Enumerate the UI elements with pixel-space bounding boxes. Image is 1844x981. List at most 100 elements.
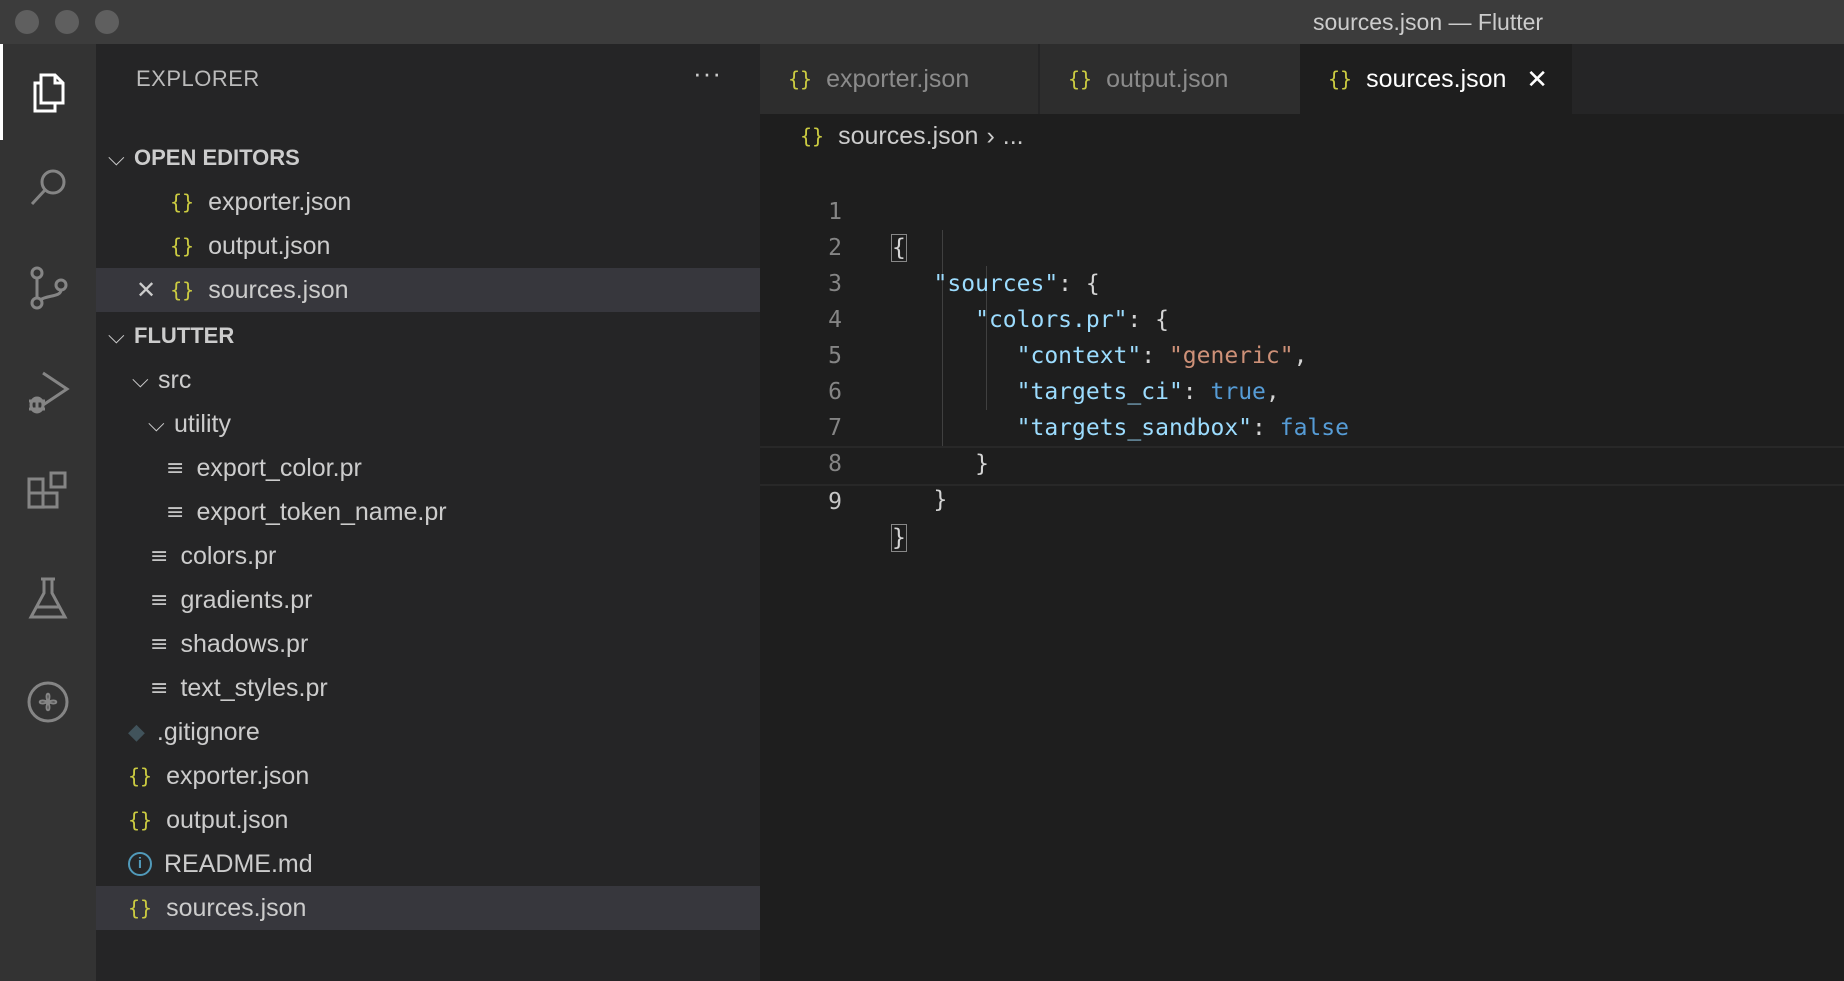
explorer-header: EXPLORER xyxy=(136,66,260,91)
title-bar: sources.json — Flutter xyxy=(0,0,1844,44)
code-line: 3 "colors.pr": { xyxy=(760,230,1844,333)
file-item[interactable]: {} output.json xyxy=(96,798,760,842)
folder-utility[interactable]: ⌵ utility xyxy=(96,402,760,446)
chevron-down-icon: ⌵ xyxy=(108,145,125,170)
tab-output-json[interactable]: {} output.json xyxy=(1040,44,1318,114)
file-label: export_color.pr xyxy=(196,453,362,482)
code-line: 5 "targets_ci": true, xyxy=(760,302,1844,405)
source-control-icon[interactable] xyxy=(0,240,96,336)
window-controls xyxy=(0,10,119,34)
folder-label: src xyxy=(158,365,192,394)
code-line: 2 "sources": { xyxy=(760,194,1844,297)
file-label: shadows.pr xyxy=(180,629,309,658)
maximize-window-button[interactable] xyxy=(95,10,119,34)
project-title: FLUTTER xyxy=(134,323,235,348)
breadcrumb: {} sources.json › ... xyxy=(800,114,1024,158)
file-label: sources.json xyxy=(166,893,307,922)
open-editor-item[interactable]: {} exporter.json xyxy=(96,180,760,224)
open-editor-label: exporter.json xyxy=(208,187,352,216)
info-icon: i xyxy=(128,852,152,876)
file-item[interactable]: i README.md xyxy=(96,842,760,886)
code-line: 1 { xyxy=(760,158,1844,262)
json-file-icon: {} xyxy=(170,278,195,302)
window-title: sources.json — Flutter xyxy=(1313,9,1544,35)
file-lines-icon: ≡ xyxy=(150,675,169,701)
code-line-current: 9 } xyxy=(760,446,1844,552)
file-label: colors.pr xyxy=(180,541,277,570)
explorer-sidebar: EXPLORER ··· ⌵ OPEN EDITORS {} exporter.… xyxy=(96,44,760,981)
activity-bar xyxy=(0,44,96,981)
file-label: export_token_name.pr xyxy=(196,497,447,526)
more-actions-icon[interactable]: ··· xyxy=(693,58,722,89)
json-file-icon: {} xyxy=(1068,67,1093,91)
line-text: } xyxy=(891,524,907,552)
close-window-button[interactable] xyxy=(15,10,39,34)
line-text: } xyxy=(933,487,948,513)
breadcrumb-rest[interactable]: ... xyxy=(1003,122,1024,151)
breadcrumb-file[interactable]: sources.json xyxy=(838,122,978,151)
open-editor-item-active[interactable]: ✕ {} sources.json xyxy=(96,268,760,312)
editor-tabs: {} exporter.json {} output.json {} sourc… xyxy=(760,44,1844,114)
code-editor[interactable]: 1 { 2 "sources": { 3 "colors.pr": { 4 "c… xyxy=(760,158,1844,552)
folder-label: utility xyxy=(174,409,231,438)
testing-icon[interactable] xyxy=(0,550,96,646)
json-file-icon: {} xyxy=(170,190,195,214)
open-editor-label: sources.json xyxy=(208,275,349,304)
file-label: text_styles.pr xyxy=(180,673,328,702)
file-lines-icon: ≡ xyxy=(150,631,169,657)
search-icon[interactable] xyxy=(0,140,96,236)
code-line: 4 "context": "generic", xyxy=(760,266,1844,369)
file-item[interactable]: ≡ gradients.pr xyxy=(96,578,760,622)
open-editor-item[interactable]: {} output.json xyxy=(96,224,760,268)
folder-src[interactable]: ⌵ src xyxy=(96,358,760,402)
open-editor-label: output.json xyxy=(208,231,331,260)
minimize-window-button[interactable] xyxy=(55,10,79,34)
file-item[interactable]: ≡ export_token_name.pr xyxy=(96,490,760,534)
chevron-down-icon: ⌵ xyxy=(148,411,165,436)
json-file-icon: {} xyxy=(128,764,153,788)
json-file-icon: {} xyxy=(170,234,195,258)
tab-label: exporter.json xyxy=(826,64,970,93)
tab-sources-json[interactable]: {} sources.json ✕ xyxy=(1300,44,1572,114)
vscode-window: sources.json — Flutter EXPLORER ··· ⌵ OP… xyxy=(0,0,1844,981)
close-icon[interactable]: ✕ xyxy=(1526,64,1548,95)
file-label: README.md xyxy=(164,849,313,878)
chevron-down-icon: ⌵ xyxy=(108,323,125,348)
tab-label: output.json xyxy=(1106,64,1229,93)
file-lines-icon: ≡ xyxy=(166,499,185,525)
file-lines-icon: ≡ xyxy=(150,587,169,613)
run-debug-icon[interactable] xyxy=(0,344,96,440)
open-editors-title: OPEN EDITORS xyxy=(134,145,300,170)
file-item[interactable]: {} exporter.json xyxy=(96,754,760,798)
file-item[interactable]: ≡ colors.pr xyxy=(96,534,760,578)
files-icon[interactable] xyxy=(0,44,96,140)
file-item[interactable]: ≡ shadows.pr xyxy=(96,622,760,666)
line-number: 9 xyxy=(828,489,842,515)
extensions-icon[interactable] xyxy=(0,446,96,542)
git-icon: ◆ xyxy=(128,719,145,744)
tab-label: sources.json xyxy=(1366,64,1507,93)
file-label: output.json xyxy=(166,805,289,834)
code-line: 8 } xyxy=(760,410,1844,513)
json-file-icon: {} xyxy=(128,808,153,832)
code-line: 7 } xyxy=(760,374,1844,477)
chevron-down-icon: ⌵ xyxy=(132,367,149,392)
json-file-icon: {} xyxy=(1328,67,1353,91)
file-item-selected[interactable]: {} sources.json xyxy=(96,886,760,930)
json-file-icon: {} xyxy=(800,124,825,148)
file-label: exporter.json xyxy=(166,761,310,790)
open-editors-section[interactable]: ⌵ OPEN EDITORS xyxy=(96,136,760,180)
json-file-icon: {} xyxy=(128,896,153,920)
tab-exporter-json[interactable]: {} exporter.json xyxy=(760,44,1038,114)
file-lines-icon: ≡ xyxy=(150,543,169,569)
file-label: gradients.pr xyxy=(180,585,313,614)
code-line: 6 "targets_sandbox": false xyxy=(760,338,1844,441)
file-lines-icon: ≡ xyxy=(166,455,185,481)
file-label: .gitignore xyxy=(156,717,260,746)
file-item[interactable]: ≡ text_styles.pr xyxy=(96,666,760,710)
project-section[interactable]: ⌵ FLUTTER xyxy=(96,314,760,358)
remote-icon[interactable] xyxy=(0,654,96,750)
close-icon[interactable]: ✕ xyxy=(136,276,156,305)
file-item[interactable]: ◆ .gitignore xyxy=(96,710,760,754)
file-item[interactable]: ≡ export_color.pr xyxy=(96,446,760,490)
